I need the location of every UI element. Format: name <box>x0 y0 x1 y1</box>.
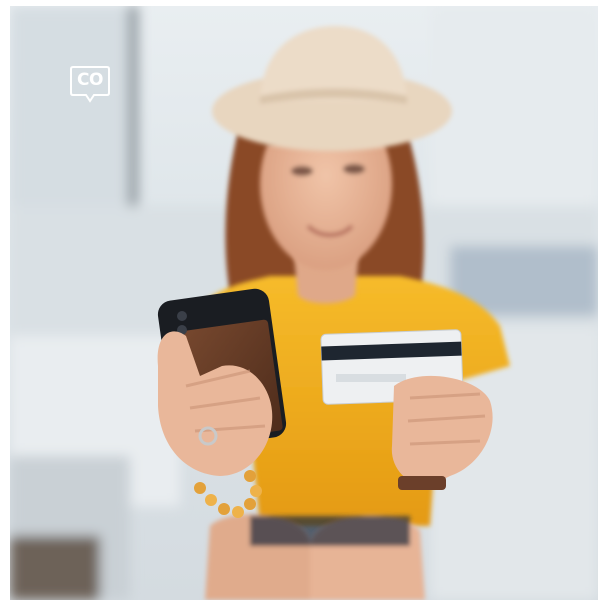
legs <box>205 514 425 600</box>
logo-text: CO <box>77 70 103 90</box>
logo-badge: CO <box>70 65 110 103</box>
photo-frame: CO <box>10 6 598 600</box>
